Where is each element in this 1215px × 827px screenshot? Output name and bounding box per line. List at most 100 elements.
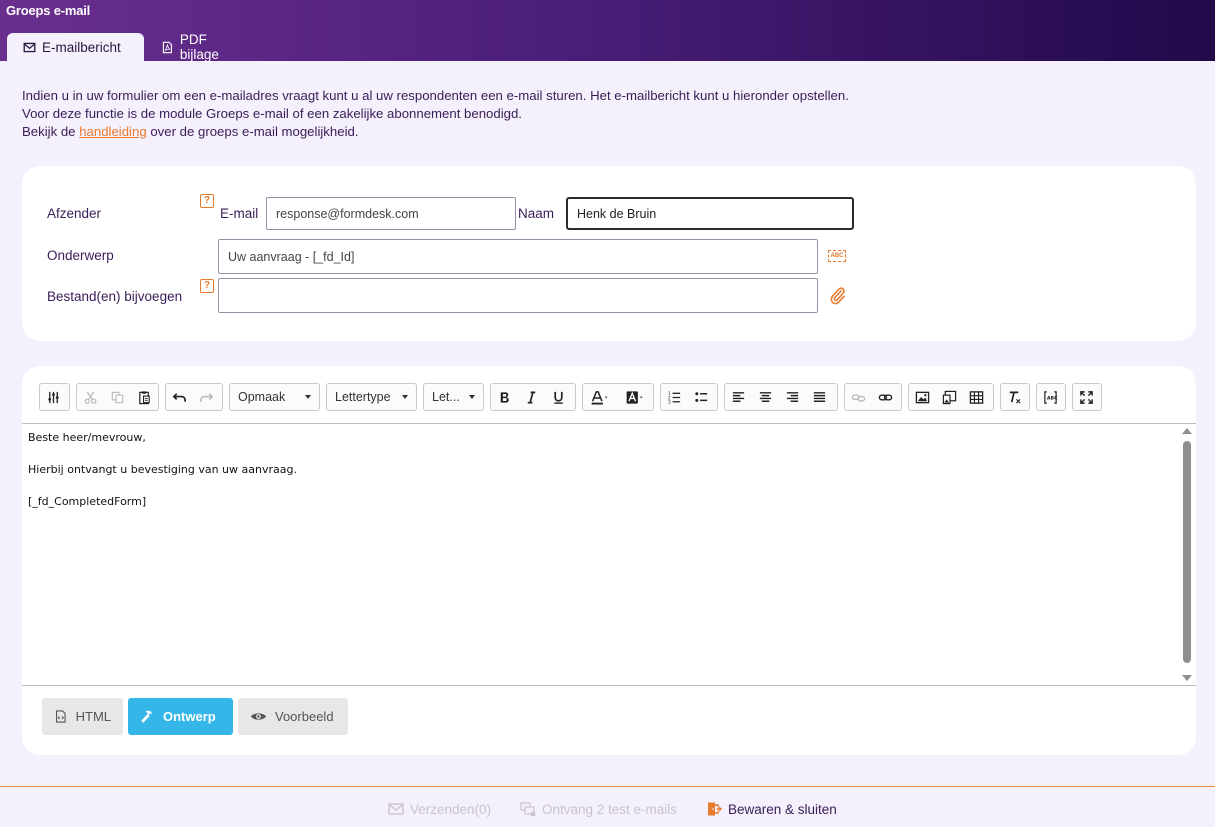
size-dropdown[interactable]: Let... (423, 383, 484, 411)
design-mode-label: Ontwerp (163, 709, 216, 724)
bold-icon[interactable] (491, 384, 518, 410)
image-icon[interactable] (909, 384, 936, 410)
sender-email-field[interactable]: response@formdesk.com (266, 197, 516, 230)
image-map-icon[interactable] (936, 384, 963, 410)
attachments-field[interactable] (218, 278, 818, 313)
intro-line-3: Bekijk de handleiding over de groeps e-m… (22, 123, 1022, 141)
editor-line-body: Hierbij ontvangt u bevestiging van uw aa… (28, 463, 297, 476)
toolbar-group-color (582, 383, 654, 411)
tab-email-message[interactable]: E-mailbericht (7, 33, 144, 61)
subject-field[interactable]: Uw aanvraag - [_fd_Id] (218, 239, 818, 274)
toolbar-group-clipboard (76, 383, 159, 411)
design-mode-button[interactable]: Ontwerp (128, 698, 233, 735)
toolbar-group-tools (39, 383, 70, 411)
editor-scrollbar[interactable] (1182, 428, 1192, 681)
sender-help-icon[interactable]: ? (200, 194, 214, 208)
chevron-down-icon (305, 395, 311, 399)
intro-text: Indien u in uw formulier om een e-mailad… (22, 87, 1022, 141)
toolbar-group-insert (908, 383, 994, 411)
attachments-help-icon[interactable]: ? (200, 279, 214, 293)
tab-pdf-attachment[interactable]: PDF bijlage (145, 32, 265, 62)
font-dropdown[interactable]: Lettertype (326, 383, 417, 411)
send-test-emails-label: Ontvang 2 test e-mails (542, 801, 678, 817)
intro-line-3-before: Bekijk de (22, 124, 76, 139)
code-file-icon (55, 710, 66, 723)
clear-formatting-icon[interactable] (1001, 384, 1028, 410)
eye-icon (251, 713, 266, 720)
toolbar-group-links (844, 383, 902, 411)
link-icon[interactable] (872, 384, 899, 410)
redo-icon[interactable] (193, 384, 220, 410)
send-test-emails-button[interactable]: Ontvang 2 test e-mails (520, 801, 677, 817)
numbered-list-icon[interactable]: 123 (661, 384, 688, 410)
italic-icon[interactable] (518, 384, 545, 410)
toolbar-group-fields: ABC (1036, 383, 1066, 411)
html-mode-button[interactable]: HTML (42, 698, 123, 735)
sender-name-field[interactable]: Henk de Bruin (566, 197, 854, 230)
table-icon[interactable] (963, 384, 990, 410)
align-center-icon[interactable] (752, 384, 779, 410)
footer-bar: Verzenden(0) Ontvang 2 test e-mails Bewa… (0, 786, 1215, 827)
copy-icon[interactable] (104, 384, 131, 410)
chevron-down-icon (469, 395, 475, 399)
toolbar-group-clear (1000, 383, 1030, 411)
align-justify-icon[interactable] (806, 384, 833, 410)
test-emails-icon (520, 802, 536, 817)
sender-label: Afzender (47, 206, 102, 221)
toolbar-group-history (165, 383, 223, 411)
save-and-close-label: Bewaren & sluiten (728, 801, 837, 817)
toolbar-group-lists: 123 (660, 383, 718, 411)
format-dropdown-label: Opmaak (238, 390, 286, 404)
svg-text:3: 3 (668, 399, 671, 404)
scroll-down-icon[interactable] (1182, 675, 1192, 681)
send-label: Verzenden (410, 801, 475, 817)
window-title: Groeps e-mail (6, 3, 91, 18)
align-right-icon[interactable] (779, 384, 806, 410)
save-and-close-button[interactable]: Bewaren & sluiten (706, 801, 837, 817)
intro-line-2: Voor deze functie is de module Groeps e-… (22, 106, 522, 121)
tab-pdf-attachment-label: PDF bijlage (179, 32, 219, 62)
toolbar-group-align (724, 383, 838, 411)
format-dropdown[interactable]: Opmaak (229, 383, 320, 411)
unlink-icon[interactable] (845, 384, 872, 410)
paperclip-icon[interactable] (829, 286, 847, 306)
html-mode-label: HTML (75, 709, 111, 724)
background-color-icon[interactable] (618, 384, 653, 410)
scrollbar-thumb[interactable] (1183, 441, 1191, 663)
sliders-icon[interactable] (40, 384, 67, 410)
send-button[interactable]: Verzenden(0) (388, 801, 491, 817)
editor-content[interactable]: Beste heer/mevrouw, Hierbij ontvangt u b… (22, 423, 1196, 686)
tab-email-message-label: E-mailbericht (42, 39, 121, 55)
svg-text:ABC: ABC (1047, 395, 1058, 401)
pdf-icon (162, 41, 173, 53)
maximize-icon[interactable] (1073, 384, 1100, 410)
preview-mode-button[interactable]: Voorbeeld (238, 698, 348, 735)
intro-line-1: Indien u in uw formulier om een e-mailad… (22, 88, 849, 103)
exit-door-icon (708, 802, 722, 816)
email-header-card: Afzender ? E-mail response@formdesk.com … (22, 166, 1196, 341)
preview-mode-label: Voorbeeld (275, 709, 334, 724)
paste-icon[interactable] (131, 384, 158, 410)
insert-field-icon[interactable]: ABC (1037, 384, 1064, 410)
chevron-down-icon (402, 395, 408, 399)
send-count: (0) (474, 801, 492, 817)
toolbar-group-view (1072, 383, 1102, 411)
cut-icon[interactable] (77, 384, 104, 410)
text-color-icon[interactable] (583, 384, 618, 410)
size-dropdown-label: Let... (432, 390, 460, 404)
editor-line-placeholder: [_fd_CompletedForm] (28, 495, 147, 508)
undo-icon[interactable] (166, 384, 193, 410)
align-left-icon[interactable] (725, 384, 752, 410)
email-label: E-mail (220, 206, 259, 221)
intro-line-3-after: over de groeps e-mail mogelijkheid. (150, 124, 359, 139)
window-header: Groeps e-mail E-mailbericht PDF bijlage (0, 0, 1215, 62)
underline-icon[interactable] (545, 384, 572, 410)
scroll-up-icon[interactable] (1182, 428, 1192, 434)
name-label: Naam (518, 206, 555, 221)
envelope-icon (23, 42, 36, 52)
manual-link[interactable]: handleiding (79, 124, 146, 139)
editor-toolbar: Opmaak Lettertype Let... 123 ABC (39, 383, 1159, 413)
bullet-list-icon[interactable] (688, 384, 715, 410)
insert-field-abc-icon[interactable]: ABC (828, 250, 846, 262)
subject-label: Onderwerp (47, 248, 114, 263)
